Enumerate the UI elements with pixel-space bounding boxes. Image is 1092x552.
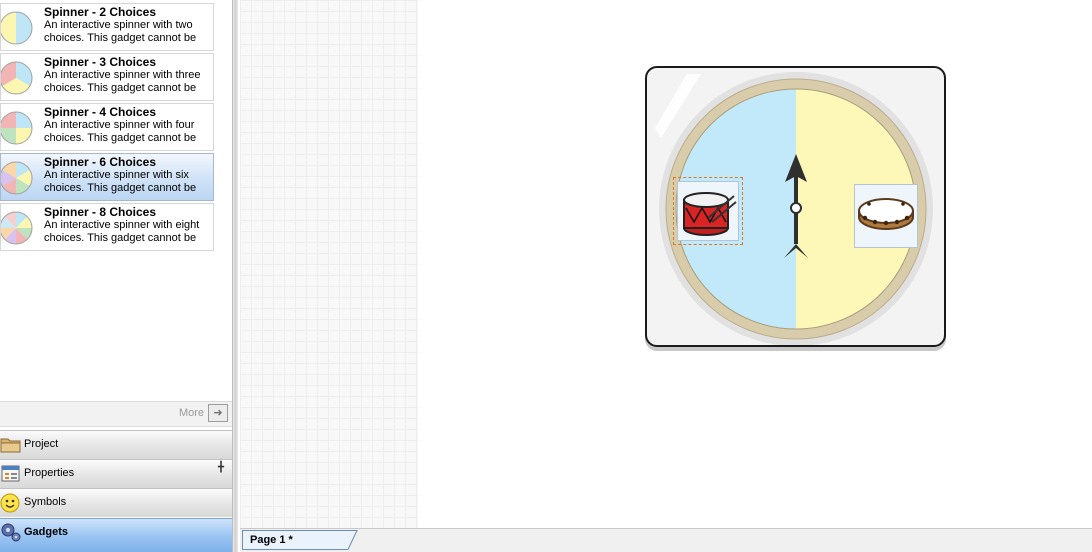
gadget-title: Spinner - 4 Choices	[44, 105, 157, 119]
gadget-description: An interactive spinner with six choices.…	[44, 169, 197, 194]
nav-label: Symbols	[24, 496, 67, 508]
tab-label: Page 1 *	[250, 534, 293, 546]
gadgets-panel: Spinner - 2 Choices An interactive spinn…	[0, 0, 232, 552]
gadget-description: An interactive spinner with four choices…	[44, 119, 197, 144]
page-tab-strip: Page 1 *	[240, 528, 1092, 552]
gadget-description: An interactive spinner with eight choice…	[44, 219, 200, 244]
arrow-right-icon[interactable]: ➜	[208, 404, 228, 422]
gadget-title: Spinner - 2 Choices	[44, 5, 157, 19]
pin-icon[interactable]: ╋	[218, 462, 224, 473]
choice-drum[interactable]	[673, 177, 743, 245]
pie-slice	[1, 12, 16, 44]
panel-splitter[interactable]	[232, 0, 238, 552]
gears-icon	[1, 523, 21, 542]
gadget-description: An interactive spinner with two choices.…	[44, 19, 197, 44]
more-bar: More ➜	[0, 401, 232, 427]
nav-label: Project	[24, 438, 59, 450]
pie-slice	[16, 12, 32, 44]
gadget-title: Spinner - 3 Choices	[44, 55, 157, 69]
nav-gadgets[interactable]: Gadgets	[0, 518, 232, 552]
nav-properties[interactable]: Properties ╋	[0, 459, 232, 488]
gadget-item-spinner-6[interactable]: Spinner - 6 Choices An interactive spinn…	[0, 153, 214, 201]
gadget-description: An interactive spinner with three choice…	[44, 69, 201, 94]
drum-icon	[683, 192, 737, 236]
more-label: More	[178, 407, 204, 419]
spinner-6-icon	[1, 161, 33, 195]
spinner-2-icon	[1, 11, 33, 45]
nav-symbols[interactable]: Symbols	[0, 488, 232, 517]
gadget-item-spinner-4[interactable]: Spinner - 4 Choices An interactive spinn…	[0, 103, 214, 151]
nav-label: Properties	[24, 467, 75, 479]
choice-tambourine[interactable]	[854, 184, 918, 248]
spinner-gadget[interactable]	[645, 66, 946, 347]
gadget-item-spinner-3[interactable]: Spinner - 3 Choices An interactive spinn…	[0, 53, 214, 101]
tambourine-icon	[858, 198, 914, 230]
nav-project[interactable]: Project	[0, 430, 232, 459]
spinner-3-icon	[1, 61, 33, 95]
properties-icon	[1, 465, 20, 482]
tab-page-1[interactable]: Page 1 *	[242, 530, 358, 550]
folder-icon	[0, 438, 21, 453]
page-canvas[interactable]	[240, 0, 1092, 528]
gadget-title: Spinner - 6 Choices	[44, 155, 157, 169]
gadget-item-spinner-2[interactable]: Spinner - 2 Choices An interactive spinn…	[0, 3, 214, 51]
spinner-4-icon	[1, 111, 33, 145]
gadget-title: Spinner - 8 Choices	[44, 205, 157, 219]
smiley-icon	[0, 493, 20, 513]
canvas-grid	[240, 0, 418, 528]
gadget-item-spinner-8[interactable]: Spinner - 8 Choices An interactive spinn…	[0, 203, 214, 251]
nav-label: Gadgets	[24, 526, 69, 538]
spinner-8-icon	[1, 211, 33, 245]
